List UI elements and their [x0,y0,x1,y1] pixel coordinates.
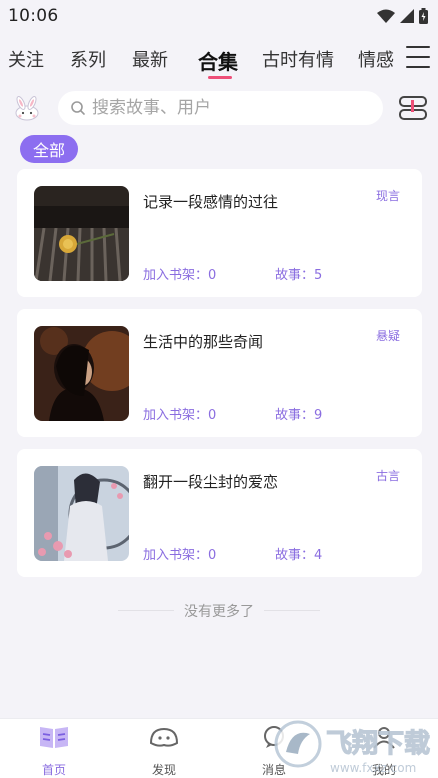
divider-right [264,610,320,611]
bookshelf-count: 加入书架：0 [143,268,217,283]
wifi-icon [377,9,395,23]
battery-icon [419,8,428,24]
tab-collections[interactable]: 合集 [184,46,250,75]
cover-image [34,326,129,421]
book-icon [40,727,68,748]
nav-discover[interactable]: 发现 [134,725,194,778]
rabbit-mascot-icon[interactable] [12,95,42,121]
cover-image [34,186,129,281]
card-title: 记录一段感情的过往 [143,193,279,211]
tab-follow[interactable]: 关注 [0,46,58,75]
card-title: 翻开一段尘封的爱恋 [143,473,279,491]
tab-series[interactable]: 系列 [58,46,120,75]
tab-ancient-romance[interactable]: 古时有情 [250,46,350,75]
collection-card[interactable]: 生活中的那些奇闻 悬疑 加入书架：0 故事：9 [17,309,422,437]
search-icon [71,101,85,115]
nav-label: 发现 [151,763,176,777]
svg-text:www.fxxz.com: www.fxxz.com [330,761,416,775]
card-title: 生活中的那些奇闻 [143,333,264,351]
nav-home[interactable]: 首页 [24,725,84,778]
status-time: 10:06 [8,6,59,26]
story-count: 故事：5 [275,268,323,283]
story-count: 故事：4 [275,548,323,563]
story-count: 故事：9 [275,408,323,423]
bookshelf-count: 加入书架：0 [143,548,217,563]
status-bar: 10:06 [0,0,438,32]
discover-icon [149,727,179,747]
genre-tag: 现言 [375,189,400,203]
tab-latest[interactable]: 最新 [120,46,184,75]
collection-card[interactable]: 翻开一段尘封的爱恋 古言 加入书架：0 故事：4 [17,449,422,577]
menu-icon[interactable] [406,46,430,68]
tab-emotion[interactable]: 情感 [350,46,400,75]
end-of-list-text: 没有更多了 [184,604,254,620]
search-box[interactable] [58,91,383,125]
bookshelf-count: 加入书架：0 [143,408,217,423]
genre-tag: 古言 [375,469,400,483]
nav-label: 首页 [41,763,66,777]
collection-card[interactable]: 记录一段感情的过往 现言 加入书架：0 故事：5 [17,169,422,297]
svg-text:飞翔下载: 飞翔下载 [326,729,430,759]
cover-image [34,466,129,561]
genre-tag: 悬疑 [375,329,400,343]
bookshelf-icon[interactable] [398,95,428,121]
signal-icon [400,9,414,23]
filter-chip-all[interactable]: 全部 [20,135,78,163]
status-icons [377,8,428,24]
watermark-logo: 飞翔下载 www.fxxz.com [274,720,431,775]
active-tab-indicator [208,76,232,79]
search-input[interactable] [92,98,362,118]
